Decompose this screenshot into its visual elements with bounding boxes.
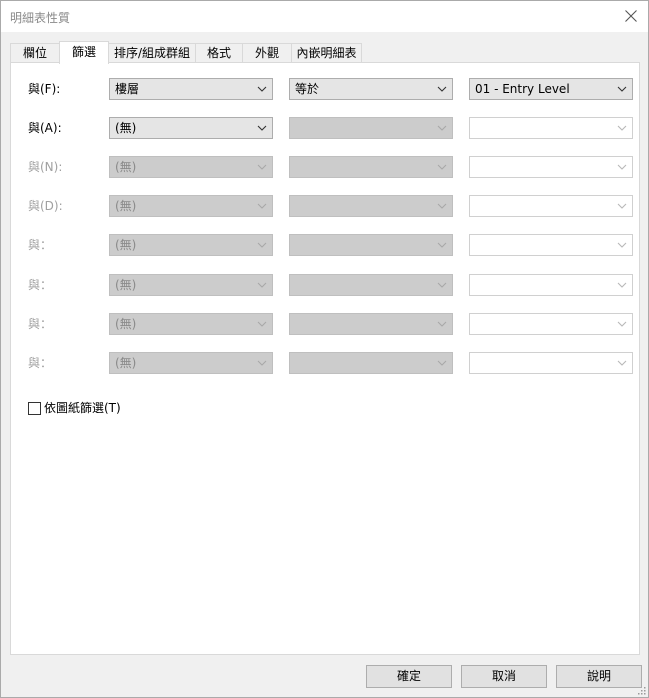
filter-label-2: 與(A): [28,121,62,135]
filter-label-7: 與： [28,317,53,331]
filter-label-5: 與： [28,238,53,252]
filter-field-6: (無) [109,274,273,296]
chevron-down-icon [257,321,267,327]
filter-field-8: (無) [109,352,273,374]
close-icon [625,10,637,22]
filter-value-2 [469,117,633,139]
filter-field-3-value: (無) [115,160,137,174]
filter-operator-6 [289,274,453,296]
filter-operator-5 [289,234,453,256]
chevron-down-icon [437,282,447,288]
chevron-down-icon [437,321,447,327]
filter-label-6: 與： [28,278,53,292]
chevron-down-icon [257,282,267,288]
filter-value-7 [469,313,633,335]
filter-operator-4 [289,195,453,217]
filter-field-5: (無) [109,234,273,256]
tab-fields[interactable]: 欄位 [10,43,60,62]
tab-formatting[interactable]: 格式 [195,43,243,62]
help-button[interactable]: 說明 [556,665,642,688]
filter-field-6-value: (無) [115,278,137,292]
tab-embedded-schedule[interactable]: 內嵌明細表 [291,43,362,62]
filter-operator-1-value: 等於 [295,82,320,96]
chevron-down-icon [617,86,627,92]
filter-value-4 [469,195,633,217]
filter-field-4-value: (無) [115,199,137,213]
chevron-down-icon [437,164,447,170]
filter-value-1-value: 01 - Entry Level [475,82,570,96]
chevron-down-icon [437,86,447,92]
filter-field-2-value: (無) [115,121,137,135]
tab-filter[interactable]: 篩選 [59,41,109,64]
chevron-down-icon [437,125,447,131]
chevron-down-icon [437,203,447,209]
filter-value-8 [469,352,633,374]
chevron-down-icon [257,242,267,248]
filter-field-8-value: (無) [115,356,137,370]
filter-field-3: (無) [109,156,273,178]
cancel-button[interactable]: 取消 [461,665,547,688]
chevron-down-icon [437,360,447,366]
dialog-window: 明細表性質 欄位 篩選 排序/組成群組 格式 外觀 內嵌明細表 與(F): 樓層… [0,0,649,698]
filter-field-1-value: 樓層 [115,82,140,96]
chevron-down-icon [617,125,627,131]
tab-appearance[interactable]: 外觀 [242,43,292,62]
filter-value-5 [469,234,633,256]
chevron-down-icon [617,164,627,170]
chevron-down-icon [257,125,267,131]
filter-operator-1[interactable]: 等於 [289,78,453,100]
filter-field-2[interactable]: (無) [109,117,273,139]
chevron-down-icon [257,86,267,92]
filter-field-7-value: (無) [115,317,137,331]
filter-operator-8 [289,352,453,374]
filter-operator-3 [289,156,453,178]
filter-value-3 [469,156,633,178]
filter-field-5-value: (無) [115,238,137,252]
filter-value-6 [469,274,633,296]
filter-field-4: (無) [109,195,273,217]
chevron-down-icon [617,203,627,209]
filter-field-7: (無) [109,313,273,335]
window-title: 明細表性質 [10,11,71,25]
chevron-down-icon [437,242,447,248]
filter-label-1: 與(F): [28,82,61,96]
tab-sorting-grouping[interactable]: 排序/組成群組 [108,43,196,62]
filter-operator-2 [289,117,453,139]
filter-field-1[interactable]: 樓層 [109,78,273,100]
chevron-down-icon [617,360,627,366]
ok-button[interactable]: 確定 [366,665,452,688]
filter-label-4: 與(D): [28,199,63,213]
chevron-down-icon [617,282,627,288]
chevron-down-icon [257,203,267,209]
filter-panel: 與(F): 樓層 等於 01 - Entry Level 與(A): (無) 與 [10,62,640,655]
resize-grip-icon[interactable] [636,685,646,695]
filter-label-8: 與： [28,356,53,370]
chevron-down-icon [617,242,627,248]
chevron-down-icon [257,164,267,170]
chevron-down-icon [617,321,627,327]
close-button[interactable] [614,1,648,32]
filter-label-3: 與(N): [28,160,63,174]
filter-by-sheet-label: 依圖紙篩選(T) [44,401,121,415]
filter-operator-7 [289,313,453,335]
chevron-down-icon [257,360,267,366]
filter-value-1[interactable]: 01 - Entry Level [469,78,633,100]
title-bar: 明細表性質 [1,1,648,32]
filter-by-sheet-checkbox[interactable] [28,402,41,415]
